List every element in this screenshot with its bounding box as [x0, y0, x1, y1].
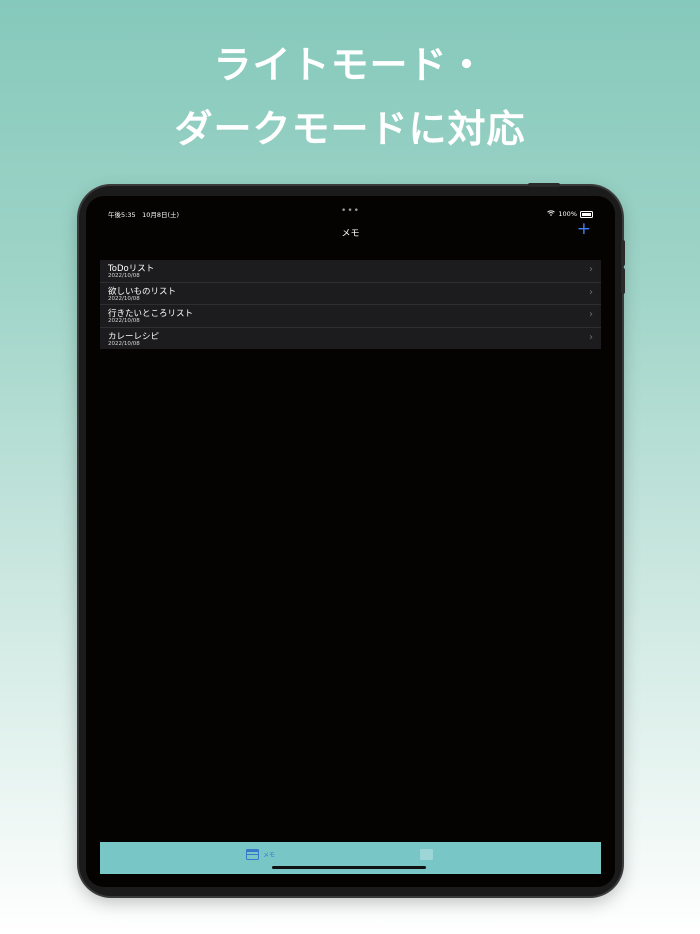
- multitasking-dots[interactable]: •••: [86, 206, 615, 216]
- ipad-top-button: [528, 183, 560, 187]
- memo-icon: [246, 849, 259, 860]
- ipad-volume-up: [621, 240, 625, 266]
- list-item[interactable]: ToDoリスト 2022/10/08 ›: [100, 260, 601, 283]
- memo-date: 2022/10/08: [108, 273, 140, 279]
- memo-list: ToDoリスト 2022/10/08 › 欲しいものリスト 2022/10/08…: [100, 260, 601, 349]
- memo-date: 2022/10/08: [108, 340, 140, 347]
- tab-memo-label: メモ: [263, 852, 276, 859]
- ipad-volume-down: [621, 268, 625, 294]
- battery-percent: 100%: [558, 210, 577, 218]
- wifi-icon: [547, 210, 556, 218]
- chevron-right-icon: ›: [589, 331, 593, 343]
- chevron-right-icon: ›: [589, 286, 593, 298]
- headline-line-1: ライトモード・: [213, 43, 487, 87]
- nav-title: メモ: [341, 229, 360, 239]
- ipad-screen: 午後5:35 10月8日(土) ••• 100% メモ + ToDoリスト 20…: [86, 196, 615, 887]
- battery-icon: [580, 210, 593, 218]
- memo-date: 2022/10/08: [108, 318, 140, 324]
- status-right: 100%: [547, 209, 593, 219]
- memo-date: 2022/10/08: [108, 295, 140, 302]
- headline-line-2: ダークモードに対応: [174, 107, 526, 151]
- navbar: メモ +: [86, 221, 615, 240]
- list-item[interactable]: カレーレシピ 2022/10/08 ›: [100, 328, 601, 350]
- list-item[interactable]: 欲しいものリスト 2022/10/08 ›: [100, 283, 601, 305]
- tab-other[interactable]: [420, 849, 437, 860]
- add-memo-button[interactable]: +: [577, 221, 591, 238]
- other-icon: [420, 849, 433, 860]
- tab-bar: メモ: [100, 842, 601, 874]
- chevron-right-icon: ›: [589, 309, 593, 320]
- chevron-right-icon: ›: [589, 264, 593, 275]
- home-indicator: [272, 866, 426, 869]
- list-item[interactable]: 行きたいところリスト 2022/10/08 ›: [100, 305, 601, 328]
- tab-memo[interactable]: メモ: [246, 849, 275, 860]
